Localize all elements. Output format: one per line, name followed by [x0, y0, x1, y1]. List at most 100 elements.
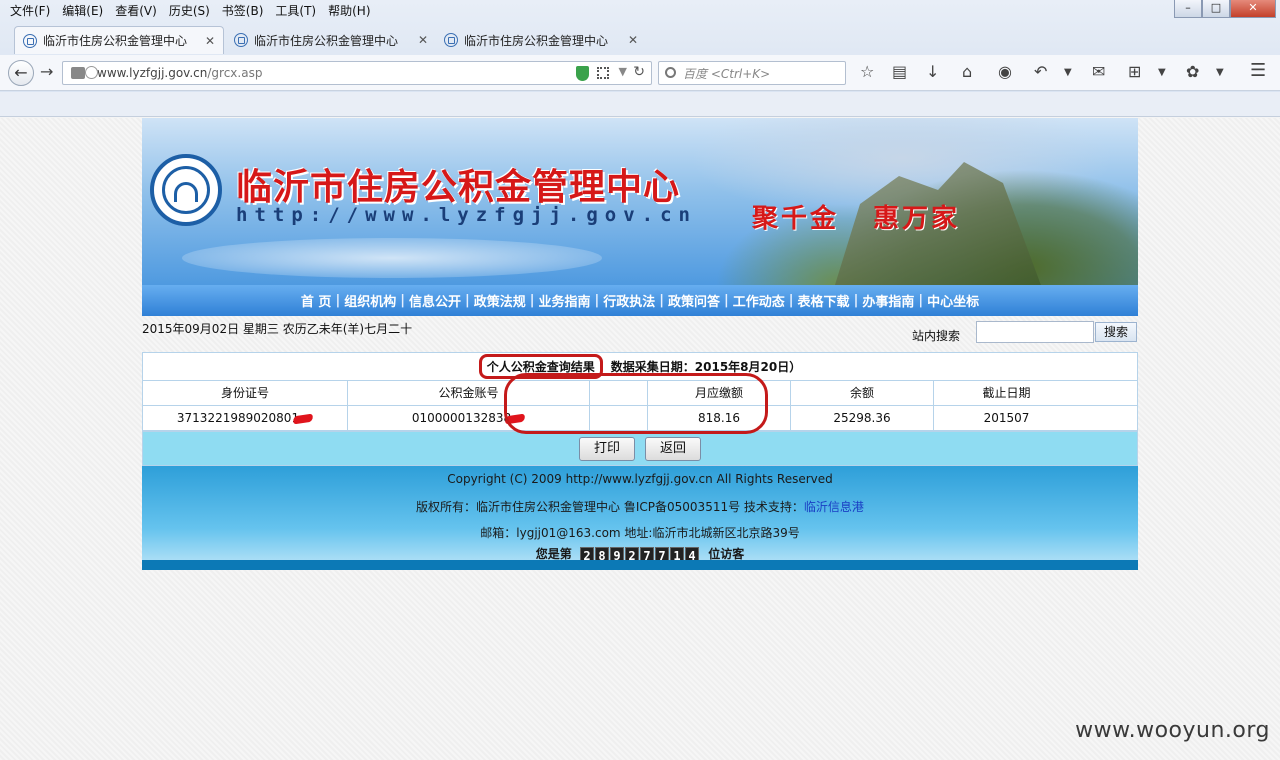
home-icon[interactable]: ⌂ [962, 62, 972, 81]
header-balance: 余额 [791, 381, 934, 405]
extension-menu-icon[interactable]: ▼ [1216, 67, 1224, 78]
forward-button[interactable]: → [40, 62, 53, 81]
nav-policy-qa[interactable]: 政策问答 [664, 291, 724, 310]
footer-bottom-bar [142, 560, 1138, 570]
site-favicon-icon [234, 33, 248, 47]
tab-2[interactable]: 临沂市住房公积金管理中心 ✕ [226, 26, 436, 54]
browser-search-input[interactable]: 百度 <Ctrl+K> [658, 61, 846, 85]
navigation-toolbar: ← → www.lyzfgjj.gov.cn/grcx.asp ▼ ↻ 百度 <… [0, 55, 1280, 91]
back-button[interactable]: ← [8, 60, 34, 86]
tab-label: 临沂市住房公积金管理中心 [464, 33, 609, 48]
minimize-button[interactable]: – [1174, 0, 1202, 18]
cell-balance: 25298.36 [791, 406, 934, 430]
tech-support-link[interactable]: 临沂信息港 [804, 500, 864, 514]
footer-owner: 版权所有：临沂市住房公积金管理中心 鲁ICP备05003511号 技术支持：临沂… [416, 500, 864, 514]
site-search-button[interactable]: 搜索 [1095, 322, 1137, 342]
print-button[interactable]: 打印 [579, 436, 635, 461]
header-monthly-payment: 月应缴额 [648, 381, 791, 405]
bookmark-star-icon[interactable]: ☆ [860, 62, 874, 81]
header-end-date: 截止日期 [982, 386, 1031, 400]
cell-monthly-payment: 818.16 [648, 406, 791, 430]
cell-account-number: 0100000132838 [348, 406, 590, 430]
tab-1[interactable]: 临沂市住房公积金管理中心 ✕ [14, 26, 224, 54]
address-bar[interactable]: www.lyzfgjj.gov.cn/grcx.asp ▼ ↻ [62, 61, 652, 85]
footer-copyright: Copyright (C) 2009 http://www.lyzfgjj.go… [447, 472, 833, 486]
url-host: www.lyzfgjj.gov.cn [97, 66, 208, 80]
cell-id-number: 3713221989020801 [143, 406, 348, 430]
back-page-button[interactable]: 返回 [645, 436, 701, 461]
menu-history[interactable]: 历史(S) [163, 2, 216, 19]
crop-menu-icon[interactable]: ▼ [1158, 67, 1166, 78]
shield-icon[interactable] [576, 66, 589, 81]
site-favicon-icon [23, 33, 37, 48]
close-tab-icon[interactable]: ✕ [205, 34, 215, 48]
download-icon[interactable]: ↓ [926, 62, 939, 81]
nav-forms[interactable]: 表格下载 [794, 291, 854, 310]
result-subtitle: 数据采集日期：2015年8月20日） [610, 360, 802, 374]
search-placeholder: 百度 <Ctrl+K> [683, 66, 771, 81]
crop-icon[interactable]: ⊞ [1128, 62, 1141, 81]
action-bar: 打印 返回 [143, 431, 1137, 465]
chat-icon[interactable]: ◉ [998, 62, 1012, 81]
tab-label: 临沂市住房公积金管理中心 [43, 34, 188, 48]
undo-icon[interactable]: ↶ [1034, 62, 1047, 81]
menu-file[interactable]: 文件(F) [4, 2, 56, 19]
tab-3[interactable]: 临沂市住房公积金管理中心 ✕ [436, 26, 646, 54]
dropdown-arrow-icon[interactable]: ▼ [619, 65, 627, 78]
url-path: /grcx.asp [207, 66, 263, 80]
nav-disclosure[interactable]: 信息公开 [405, 291, 465, 310]
menu-bookmarks[interactable]: 书签(B) [216, 2, 270, 19]
menu-bar: 文件(F) 编辑(E) 查看(V) 历史(S) 书签(B) 工具(T) 帮助(H… [0, 0, 1280, 20]
cell-blank [590, 406, 648, 430]
window-controls: – □ ✕ [1174, 0, 1276, 18]
nav-business-guide[interactable]: 业务指南 [534, 291, 594, 310]
header-id-number: 身份证号 [143, 381, 348, 405]
close-tab-icon[interactable]: ✕ [628, 33, 638, 47]
site-title: 临沂市住房公积金管理中心 [236, 166, 681, 208]
qr-code-icon[interactable] [597, 67, 609, 79]
tab-bar: 临沂市住房公积金管理中心 ✕ 临沂市住房公积金管理中心 ✕ 临沂市住房公积金管理… [0, 24, 1280, 74]
result-header: 个人公积金查询结果 数据采集日期：2015年8月20日） [143, 353, 1137, 381]
site-search-label: 站内搜索 [912, 329, 961, 343]
extension-icon[interactable]: ✿ [1186, 62, 1199, 81]
hamburger-menu-icon[interactable]: ☰ [1250, 60, 1266, 81]
nav-home[interactable]: 首 页 [297, 291, 336, 310]
close-tab-icon[interactable]: ✕ [418, 33, 428, 47]
site-slogan: 聚千金 惠万家 [752, 204, 961, 234]
reload-icon[interactable]: ↻ [633, 64, 645, 80]
site-logo-icon [150, 154, 222, 226]
nav-news[interactable]: 工作动态 [729, 291, 789, 310]
cell-end-date: 201507 [983, 411, 1030, 425]
site-footer: Copyright (C) 2009 http://www.lyzfgjj.go… [142, 466, 1138, 570]
tab-label: 临沂市住房公积金管理中心 [254, 33, 399, 48]
result-table: 个人公积金查询结果 数据采集日期：2015年8月20日） 身份证号 公积金账号 … [142, 352, 1138, 466]
nav-organization[interactable]: 组织机构 [340, 291, 400, 310]
nav-regulations[interactable]: 政策法规 [470, 291, 530, 310]
bookmarks-toolbar [0, 92, 1280, 117]
watermark: www.wooyun.org [1075, 718, 1270, 743]
result-column-headers: 身份证号 公积金账号 月应缴额 余额 截止日期 [143, 381, 1137, 406]
footer-contact: 邮箱：lygjj01@163.com 地址:临沂市北城新区北京路39号 [480, 526, 800, 540]
maximize-button[interactable]: □ [1202, 0, 1230, 18]
search-icon [665, 67, 676, 78]
globe-icon [85, 66, 98, 79]
site-search-input[interactable] [976, 321, 1094, 343]
site-url: http://www.lyzfgjj.gov.cn [236, 204, 697, 226]
menu-tools[interactable]: 工具(T) [269, 2, 322, 19]
nav-law-enforcement[interactable]: 行政执法 [599, 291, 659, 310]
message-icon[interactable]: ✉ [1092, 62, 1105, 81]
site-banner: 临沂市住房公积金管理中心 http://www.lyzfgjj.gov.cn 聚… [142, 118, 1138, 285]
menu-help[interactable]: 帮助(H) [322, 2, 376, 19]
reading-list-icon[interactable]: ▤ [892, 62, 907, 81]
nav-service-guide[interactable]: 办事指南 [858, 291, 918, 310]
current-date: 2015年09月02日 星期三 农历乙未年(羊)七月二十 [142, 322, 413, 336]
result-title: 个人公积金查询结果 [478, 354, 603, 379]
menu-view[interactable]: 查看(V) [109, 2, 163, 19]
undo-menu-icon[interactable]: ▼ [1064, 67, 1072, 78]
close-window-button[interactable]: ✕ [1230, 0, 1276, 18]
nav-location[interactable]: 中心坐标 [923, 291, 983, 310]
table-row: 3713221989020801 0100000132838 818.16 25… [143, 406, 1137, 431]
identity-icon[interactable] [71, 67, 85, 79]
banner-cloud-image [182, 238, 602, 278]
menu-edit[interactable]: 编辑(E) [56, 2, 109, 19]
